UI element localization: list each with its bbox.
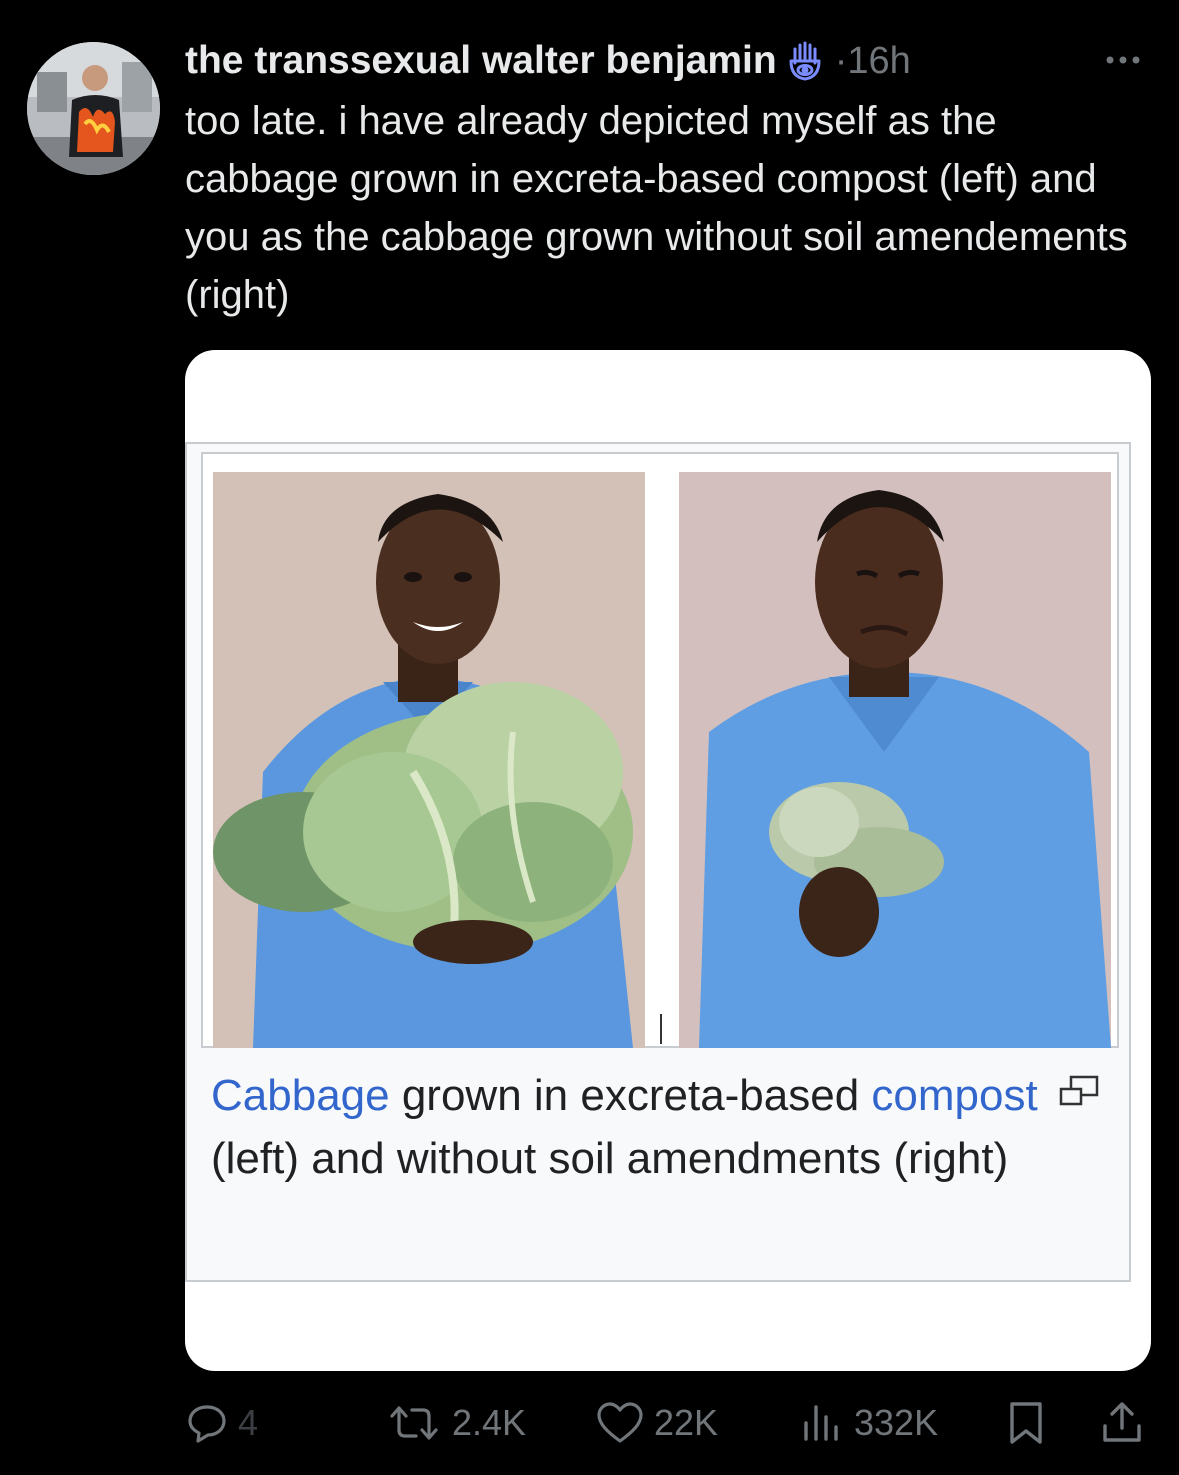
view-count: 332K: [854, 1402, 939, 1443]
caption-link-cabbage[interactable]: Cabbage: [211, 1071, 390, 1120]
reply-icon: [188, 1405, 226, 1443]
photo-right-small-cabbage: [679, 472, 1111, 1048]
wiki-figure: Cabbage grown in excreta-based compost (…: [185, 442, 1131, 1282]
caption-link-compost[interactable]: compost: [871, 1071, 1037, 1120]
more-icon[interactable]: [1098, 40, 1148, 80]
bookmark-icon: [1010, 1402, 1042, 1444]
divider-mark: [660, 1014, 662, 1044]
reply-count: 4: [238, 1402, 259, 1443]
like-button[interactable]: 22K: [596, 1395, 718, 1451]
bookmark-button[interactable]: [1006, 1395, 1046, 1451]
avatar-photo: [27, 42, 160, 175]
post-image-card[interactable]: Cabbage grown in excreta-based compost (…: [185, 350, 1151, 1371]
avatar[interactable]: [27, 42, 160, 175]
post-header: the transsexual walter benjamin ·16h: [185, 36, 911, 86]
post-text: too late. i have already depicted myself…: [185, 99, 1128, 317]
hamsa-icon: [783, 39, 827, 83]
photo-pair: [201, 452, 1119, 1048]
display-name[interactable]: the transsexual walter benjamin: [185, 39, 777, 83]
heart-icon: [597, 1402, 643, 1443]
repost-button[interactable]: 2.4K: [386, 1395, 526, 1451]
reply-button[interactable]: 4: [186, 1395, 258, 1451]
post-time[interactable]: ·16h: [835, 40, 911, 83]
caption-text-1: grown in excreta-based: [389, 1071, 872, 1120]
views-chart-icon: [804, 1405, 838, 1441]
like-count: 22K: [654, 1402, 719, 1443]
image-caption: Cabbage grown in excreta-based compost (…: [211, 1064, 1091, 1190]
repost-icon: [390, 1406, 438, 1440]
share-icon: [1103, 1402, 1141, 1442]
caption-text-2: (left) and without soil amendments (righ…: [211, 1134, 1009, 1183]
views-button[interactable]: 332K: [800, 1395, 938, 1451]
share-button[interactable]: [1100, 1395, 1144, 1451]
photo-left-big-cabbage: [213, 472, 645, 1048]
enlarge-icon[interactable]: [1057, 1074, 1101, 1108]
action-bar: 4 2.4K 22K 332K: [0, 1395, 1179, 1451]
repost-count: 2.4K: [452, 1402, 527, 1443]
